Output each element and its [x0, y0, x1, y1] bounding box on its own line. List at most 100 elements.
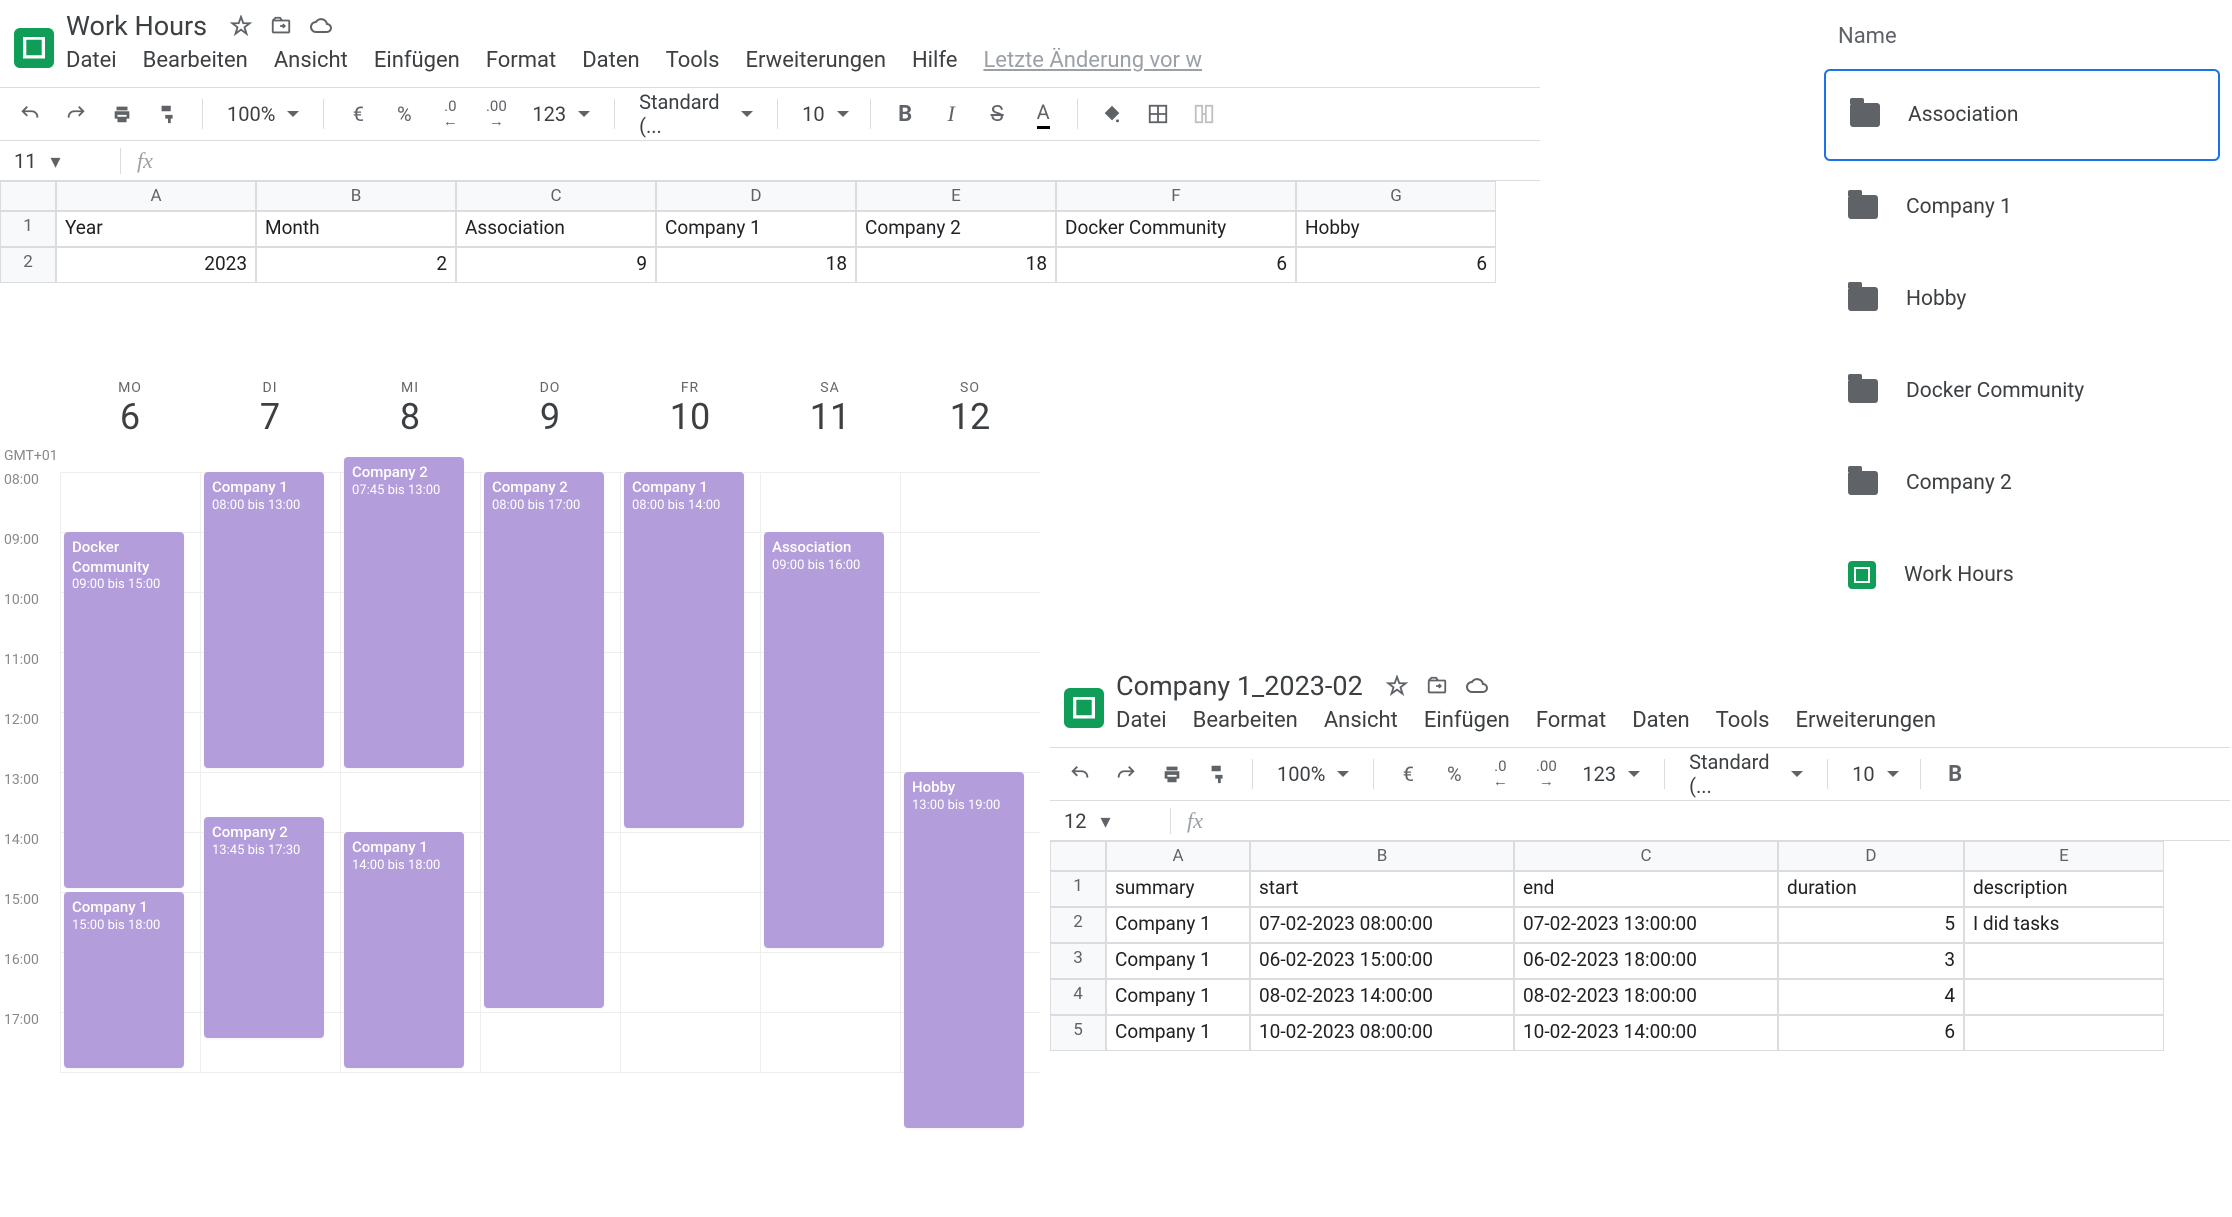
menu-daten[interactable]: Daten [582, 48, 639, 73]
number-format-select[interactable]: 123 [1574, 762, 1648, 786]
calendar-event[interactable]: Company 115:00 bis 18:00 [64, 892, 184, 1068]
zoom-select[interactable]: 100% [1269, 762, 1357, 786]
drive-item[interactable]: Company 1 [1824, 161, 2220, 253]
menu-format[interactable]: Format [486, 48, 556, 73]
cell[interactable]: I did tasks [1964, 907, 2164, 943]
sheets-logo-icon[interactable] [14, 28, 54, 68]
drive-item[interactable]: Docker Community [1824, 345, 2220, 437]
cell[interactable]: 3 [1778, 943, 1964, 979]
menu-erweiterungen[interactable]: Erweiterungen [1796, 708, 1936, 733]
select-all[interactable] [1050, 841, 1106, 871]
menu-format[interactable]: Format [1536, 708, 1606, 733]
cell[interactable]: 08-02-2023 18:00:00 [1514, 979, 1778, 1015]
cell[interactable]: 18 [856, 247, 1056, 283]
cell[interactable] [1964, 943, 2164, 979]
spreadsheet-grid[interactable]: ABCDE1summarystartenddurationdescription… [1050, 841, 2230, 1051]
doc-title[interactable]: Work Hours [66, 10, 207, 42]
name-box[interactable]: 12 ▾ [1050, 809, 1170, 833]
col-header-E[interactable]: E [1964, 841, 2164, 871]
spreadsheet-grid[interactable]: ABCDEFG1YearMonthAssociationCompany 1Com… [0, 181, 1540, 283]
cell[interactable]: 06-02-2023 15:00:00 [1250, 943, 1514, 979]
cell[interactable]: 2023 [56, 247, 256, 283]
day-header[interactable]: SO12 [900, 380, 1040, 438]
font-size-select[interactable]: 10 [794, 102, 854, 126]
day-header[interactable]: SA11 [760, 380, 900, 438]
cell[interactable]: 10-02-2023 08:00:00 [1250, 1015, 1514, 1051]
paint-format-icon[interactable] [1200, 756, 1236, 792]
redo-icon[interactable] [58, 96, 94, 132]
calendar-event[interactable]: Company 207:45 bis 13:00 [344, 457, 464, 768]
cell[interactable]: Company 1 [656, 211, 856, 247]
percent-icon[interactable]: % [1436, 756, 1472, 792]
row-header-1[interactable]: 1 [0, 211, 56, 247]
cell[interactable]: 07-02-2023 08:00:00 [1250, 907, 1514, 943]
drive-item[interactable]: Work Hours [1824, 529, 2220, 621]
bold-icon[interactable]: B [1937, 756, 1973, 792]
cell[interactable]: Company 2 [856, 211, 1056, 247]
print-icon[interactable] [1154, 756, 1190, 792]
cell[interactable]: 18 [656, 247, 856, 283]
text-color-icon[interactable]: A [1025, 96, 1061, 132]
col-header-C[interactable]: C [1514, 841, 1778, 871]
calendar-grid[interactable]: Docker Community09:00 bis 15:00Company 1… [60, 472, 1040, 1072]
print-icon[interactable] [104, 96, 140, 132]
move-icon[interactable] [1425, 674, 1449, 698]
cell[interactable] [1964, 979, 2164, 1015]
undo-icon[interactable] [12, 96, 48, 132]
menu-bearbeiten[interactable]: Bearbeiten [1193, 708, 1298, 733]
calendar-event[interactable]: Company 108:00 bis 14:00 [624, 472, 744, 828]
cell[interactable]: duration [1778, 871, 1964, 907]
col-header-G[interactable]: G [1296, 181, 1496, 211]
star-icon[interactable] [229, 14, 253, 38]
cell[interactable]: 5 [1778, 907, 1964, 943]
menu-erweiterungen[interactable]: Erweiterungen [746, 48, 886, 73]
col-header-A[interactable]: A [1106, 841, 1250, 871]
increase-decimal-icon[interactable]: .00→ [1528, 756, 1564, 792]
col-header-C[interactable]: C [456, 181, 656, 211]
cell[interactable]: 10-02-2023 14:00:00 [1514, 1015, 1778, 1051]
decrease-decimal-icon[interactable]: .0← [432, 96, 468, 132]
day-header[interactable]: DI7 [200, 380, 340, 438]
calendar-event[interactable]: Company 114:00 bis 18:00 [344, 832, 464, 1068]
row-header-2[interactable]: 2 [1050, 907, 1106, 943]
col-header-E[interactable]: E [856, 181, 1056, 211]
italic-icon[interactable]: I [933, 96, 969, 132]
cell[interactable]: summary [1106, 871, 1250, 907]
calendar-event[interactable]: Company 213:45 bis 17:30 [204, 817, 324, 1038]
cell[interactable]: Hobby [1296, 211, 1496, 247]
last-edit-hint[interactable]: Letzte Änderung vor w [983, 48, 1202, 73]
menu-ansicht[interactable]: Ansicht [1324, 708, 1398, 733]
cell[interactable]: end [1514, 871, 1778, 907]
menu-daten[interactable]: Daten [1632, 708, 1689, 733]
font-size-select[interactable]: 10 [1844, 762, 1904, 786]
row-header-5[interactable]: 5 [1050, 1015, 1106, 1051]
fill-color-icon[interactable] [1094, 96, 1130, 132]
menu-einfügen[interactable]: Einfügen [374, 48, 460, 73]
cell[interactable]: Month [256, 211, 456, 247]
cell[interactable]: Company 1 [1106, 907, 1250, 943]
cloud-status-icon[interactable] [309, 14, 333, 38]
merge-cells-icon[interactable] [1186, 96, 1222, 132]
paint-format-icon[interactable] [150, 96, 186, 132]
calendar-event[interactable]: Docker Community09:00 bis 15:00 [64, 532, 184, 888]
increase-decimal-icon[interactable]: .00→ [478, 96, 514, 132]
menu-tools[interactable]: Tools [666, 48, 720, 73]
col-header-B[interactable]: B [256, 181, 456, 211]
day-header[interactable]: MI8 [340, 380, 480, 438]
drive-header-name[interactable]: Name [1824, 16, 2220, 69]
redo-icon[interactable] [1108, 756, 1144, 792]
cell[interactable]: 6 [1056, 247, 1296, 283]
menu-datei[interactable]: Datei [1116, 708, 1167, 733]
bold-icon[interactable]: B [887, 96, 923, 132]
percent-icon[interactable]: % [386, 96, 422, 132]
borders-icon[interactable] [1140, 96, 1176, 132]
calendar-event[interactable]: Company 208:00 bis 17:00 [484, 472, 604, 1008]
cell[interactable]: Association [456, 211, 656, 247]
font-family-select[interactable]: Standard (... [1681, 750, 1811, 798]
name-box[interactable]: 11 ▾ [0, 149, 120, 173]
drive-item[interactable]: Hobby [1824, 253, 2220, 345]
day-header[interactable]: DO9 [480, 380, 620, 438]
move-icon[interactable] [269, 14, 293, 38]
menu-einfügen[interactable]: Einfügen [1424, 708, 1510, 733]
cell[interactable]: 07-02-2023 13:00:00 [1514, 907, 1778, 943]
